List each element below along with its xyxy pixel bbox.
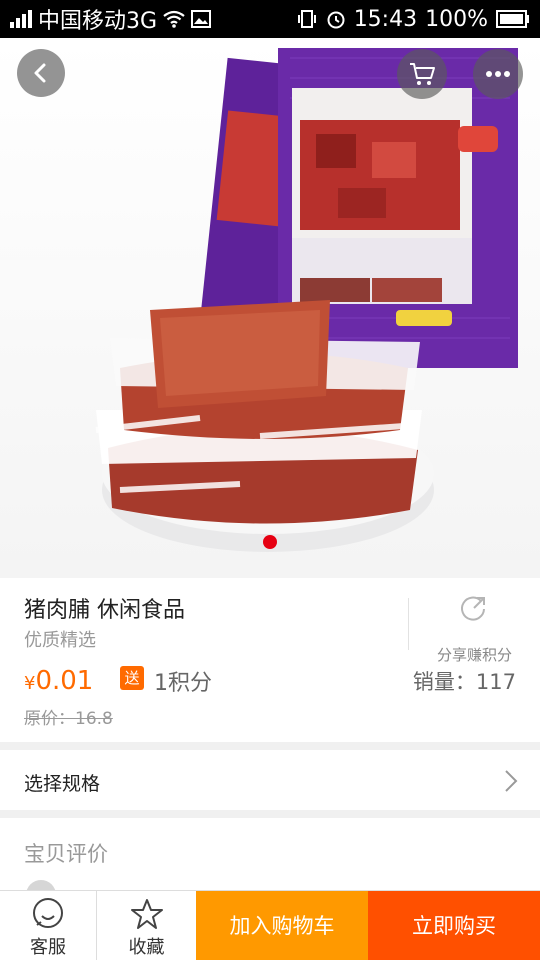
back-button[interactable] [17,49,65,97]
chevron-right-icon [505,770,518,792]
product-title: 猪肉脯 休闲食品 [24,598,185,623]
chat-icon [33,898,63,928]
gift-badge: 送 [120,666,144,690]
sales-count: 销量：117 [412,670,516,694]
reviews-label: 宝贝评价 [24,842,108,866]
select-spec-label: 选择规格 [24,773,101,795]
image-icon [191,10,212,28]
current-price: ¥0.01 [24,666,93,696]
original-price: 原价：16.8 [24,709,113,729]
customer-service-label: 客服 [30,937,66,958]
share-button[interactable]: 分享赚积分 [408,596,540,664]
reviews-section[interactable]: 宝贝评价 [0,818,540,890]
share-label: 分享赚积分 [436,646,512,664]
carrier-label: 中国移动3G [38,9,158,34]
shopping-cart-icon [410,63,435,85]
favorite-label: 收藏 [128,937,165,958]
price-value: 0.01 [35,666,94,696]
carousel-indicator-dot [263,535,277,549]
share-icon [461,596,485,621]
alarm-icon [327,11,345,29]
buy-now-button[interactable]: 立即购买 [368,891,540,960]
product-info-section: 猪肉脯 休闲食品 优质精选 分享赚积分 ¥0.01 送 1积分 销量：117 原… [0,578,540,742]
favorite-button[interactable]: 收藏 [98,891,195,960]
battery-icon [496,10,529,28]
star-icon [130,899,163,929]
customer-service-button[interactable]: 客服 [0,891,97,960]
more-button[interactable] [473,49,523,99]
chevron-left-icon [34,63,46,83]
wifi-icon [163,10,185,28]
cart-button[interactable] [397,49,447,99]
product-subtitle: 优质精选 [24,630,96,651]
clock-time: 15:43 [353,6,418,32]
select-spec-row[interactable]: 选择规格 [0,750,540,810]
product-image-carousel[interactable] [0,38,540,578]
signal-icon [10,10,32,28]
points-reward: 1积分 [154,671,212,696]
reviewer-avatar [26,880,56,890]
more-dots-icon [486,71,510,77]
status-bar: 中国移动3G 15:43 100% [0,0,540,38]
bottom-action-bar: 客服 收藏 加入购物车 立即购买 [0,890,540,960]
currency-symbol: ¥ [24,673,36,694]
vibrate-icon [297,10,316,28]
battery-percent: 100% [425,6,488,32]
add-to-cart-button[interactable]: 加入购物车 [196,891,368,960]
product-photo [95,48,518,552]
